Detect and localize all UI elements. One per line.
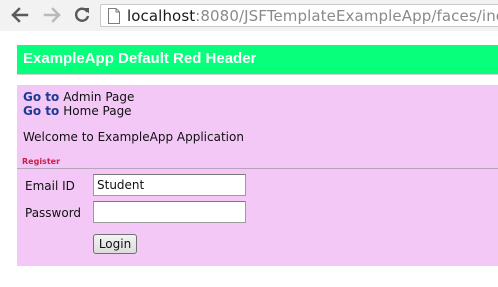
email-field[interactable] <box>93 174 246 196</box>
home-link[interactable]: Go to <box>23 104 59 118</box>
register-heading: Register <box>22 157 61 166</box>
page-header: ExampleApp Default Red Header <box>17 45 498 75</box>
divider <box>17 168 498 169</box>
welcome-message: Welcome to ExampleApp Application <box>23 130 244 144</box>
url-text: localhost:8080/JSFTemplateExampleApp/fac… <box>127 7 498 25</box>
password-label: Password <box>25 206 82 220</box>
home-link-label: Home Page <box>63 104 132 118</box>
page-viewport: ExampleApp Default Red Header Go to Admin… <box>0 31 498 287</box>
arrow-left-icon[interactable] <box>8 4 32 26</box>
menu-item-admin: Go to Admin Page <box>23 90 134 104</box>
address-bar[interactable]: localhost:8080/JSFTemplateExampleApp/fac… <box>100 4 498 27</box>
browser-toolbar: localhost:8080/JSFTemplateExampleApp/fac… <box>0 0 498 31</box>
admin-link[interactable]: Go to <box>23 90 59 104</box>
url-host: localhost <box>127 6 196 25</box>
header-title: ExampleApp Default Red Header <box>23 50 257 67</box>
email-label: Email ID <box>25 179 75 193</box>
url-path: :8080/JSFTemplateExampleApp/faces/inc <box>195 6 498 25</box>
arrow-right-icon[interactable] <box>40 4 64 26</box>
login-button[interactable]: Login <box>93 234 137 254</box>
page-icon <box>107 7 121 24</box>
menu-item-home: Go to Home Page <box>23 104 132 118</box>
admin-link-label: Admin Page <box>63 90 135 104</box>
password-field[interactable] <box>93 201 246 223</box>
main-content: Go to Admin Page Go to Home Page Welcome t… <box>17 85 498 266</box>
reload-icon[interactable] <box>70 4 94 26</box>
